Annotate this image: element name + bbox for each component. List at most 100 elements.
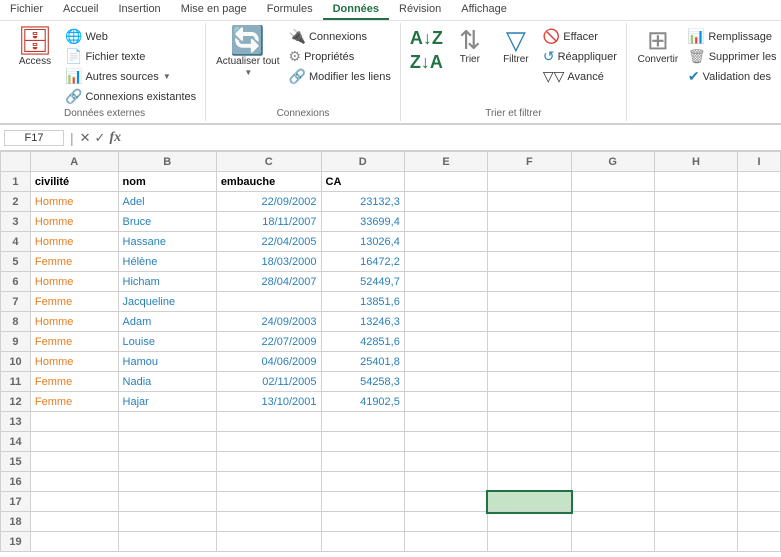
col-header-H[interactable]: H: [654, 152, 737, 172]
cell-C14[interactable]: [216, 432, 321, 452]
cell-D14[interactable]: [321, 432, 404, 452]
cell-B14[interactable]: [118, 432, 216, 452]
cell-E18[interactable]: [404, 512, 487, 532]
cell-E3[interactable]: [404, 212, 487, 232]
cell-G9[interactable]: [571, 332, 654, 352]
cell-D7[interactable]: 13851,6: [321, 292, 404, 312]
cell-A18[interactable]: [30, 512, 118, 532]
cell-C1[interactable]: embauche: [216, 172, 321, 192]
cell-H19[interactable]: [654, 532, 737, 552]
col-header-D[interactable]: D: [321, 152, 404, 172]
cell-G19[interactable]: [571, 532, 654, 552]
row-header-12[interactable]: 12: [1, 392, 31, 412]
supprimer-button[interactable]: 🗑 Supprimer les: [685, 47, 780, 66]
tab-insertion[interactable]: Insertion: [108, 0, 170, 20]
cell-I13[interactable]: [738, 412, 781, 432]
cell-A11[interactable]: Femme: [30, 372, 118, 392]
cell-G10[interactable]: [571, 352, 654, 372]
avance-button[interactable]: ▽▽ Avancé: [540, 67, 620, 86]
trier-az-button[interactable]: A↓Z: [407, 27, 446, 50]
cell-I6[interactable]: [738, 272, 781, 292]
cell-E8[interactable]: [404, 312, 487, 332]
row-header-11[interactable]: 11: [1, 372, 31, 392]
cell-B15[interactable]: [118, 452, 216, 472]
cell-I12[interactable]: [738, 392, 781, 412]
cell-F19[interactable]: [488, 532, 571, 552]
cell-C4[interactable]: 22/04/2005: [216, 232, 321, 252]
col-header-I[interactable]: I: [738, 152, 781, 172]
cell-F17[interactable]: [488, 492, 571, 512]
cell-F5[interactable]: [488, 252, 571, 272]
row-header-10[interactable]: 10: [1, 352, 31, 372]
cell-I17[interactable]: [738, 492, 781, 512]
cell-B5[interactable]: Hélène: [118, 252, 216, 272]
cell-E19[interactable]: [404, 532, 487, 552]
cell-I8[interactable]: [738, 312, 781, 332]
row-header-18[interactable]: 18: [1, 512, 31, 532]
cell-G13[interactable]: [571, 412, 654, 432]
cell-F13[interactable]: [488, 412, 571, 432]
cell-F18[interactable]: [488, 512, 571, 532]
cell-C13[interactable]: [216, 412, 321, 432]
cell-D18[interactable]: [321, 512, 404, 532]
cell-reference[interactable]: F17: [4, 130, 64, 146]
cell-D13[interactable]: [321, 412, 404, 432]
cell-H15[interactable]: [654, 452, 737, 472]
cell-C5[interactable]: 18/03/2000: [216, 252, 321, 272]
row-header-5[interactable]: 5: [1, 252, 31, 272]
cell-A2[interactable]: Homme: [30, 192, 118, 212]
cell-C16[interactable]: [216, 472, 321, 492]
cell-I2[interactable]: [738, 192, 781, 212]
row-header-3[interactable]: 3: [1, 212, 31, 232]
row-header-16[interactable]: 16: [1, 472, 31, 492]
cell-H9[interactable]: [654, 332, 737, 352]
cell-I10[interactable]: [738, 352, 781, 372]
cell-C3[interactable]: 18/11/2007: [216, 212, 321, 232]
cell-E15[interactable]: [404, 452, 487, 472]
col-header-E[interactable]: E: [404, 152, 487, 172]
cell-E6[interactable]: [404, 272, 487, 292]
cell-A3[interactable]: Homme: [30, 212, 118, 232]
cell-G4[interactable]: [571, 232, 654, 252]
cell-F14[interactable]: [488, 432, 571, 452]
reappliquer-button[interactable]: ↺ Réappliquer: [540, 47, 620, 66]
cell-G18[interactable]: [571, 512, 654, 532]
cell-A4[interactable]: Homme: [30, 232, 118, 252]
cell-E1[interactable]: [404, 172, 487, 192]
cell-A16[interactable]: [30, 472, 118, 492]
cell-I7[interactable]: [738, 292, 781, 312]
cell-I18[interactable]: [738, 512, 781, 532]
tab-formules[interactable]: Formules: [257, 0, 323, 20]
confirm-formula-icon[interactable]: ✓: [95, 130, 106, 146]
cell-C9[interactable]: 22/07/2009: [216, 332, 321, 352]
cell-G1[interactable]: [571, 172, 654, 192]
insert-function-icon[interactable]: fx: [109, 130, 121, 146]
cell-A1[interactable]: civilité: [30, 172, 118, 192]
col-header-C[interactable]: C: [216, 152, 321, 172]
cell-F7[interactable]: [488, 292, 571, 312]
cell-D16[interactable]: [321, 472, 404, 492]
cell-G7[interactable]: [571, 292, 654, 312]
cell-B1[interactable]: nom: [118, 172, 216, 192]
spreadsheet-container[interactable]: A B C D E F G H I 1civiliténomembaucheCA…: [0, 151, 781, 552]
cell-B16[interactable]: [118, 472, 216, 492]
cell-B3[interactable]: Bruce: [118, 212, 216, 232]
cell-F4[interactable]: [488, 232, 571, 252]
cell-I14[interactable]: [738, 432, 781, 452]
web-button[interactable]: 🌐 Web: [62, 27, 199, 46]
cell-B12[interactable]: Hajar: [118, 392, 216, 412]
cell-I9[interactable]: [738, 332, 781, 352]
cell-D17[interactable]: [321, 492, 404, 512]
cell-C10[interactable]: 04/06/2009: [216, 352, 321, 372]
cell-B2[interactable]: Adel: [118, 192, 216, 212]
cell-E14[interactable]: [404, 432, 487, 452]
cell-E10[interactable]: [404, 352, 487, 372]
fichier-texte-button[interactable]: 📄 Fichier texte: [62, 47, 199, 66]
trier-button[interactable]: ⇅ Trier: [448, 25, 492, 68]
cell-E16[interactable]: [404, 472, 487, 492]
cell-B7[interactable]: Jacqueline: [118, 292, 216, 312]
cell-H4[interactable]: [654, 232, 737, 252]
cell-B6[interactable]: Hicham: [118, 272, 216, 292]
cell-A6[interactable]: Homme: [30, 272, 118, 292]
cell-G16[interactable]: [571, 472, 654, 492]
